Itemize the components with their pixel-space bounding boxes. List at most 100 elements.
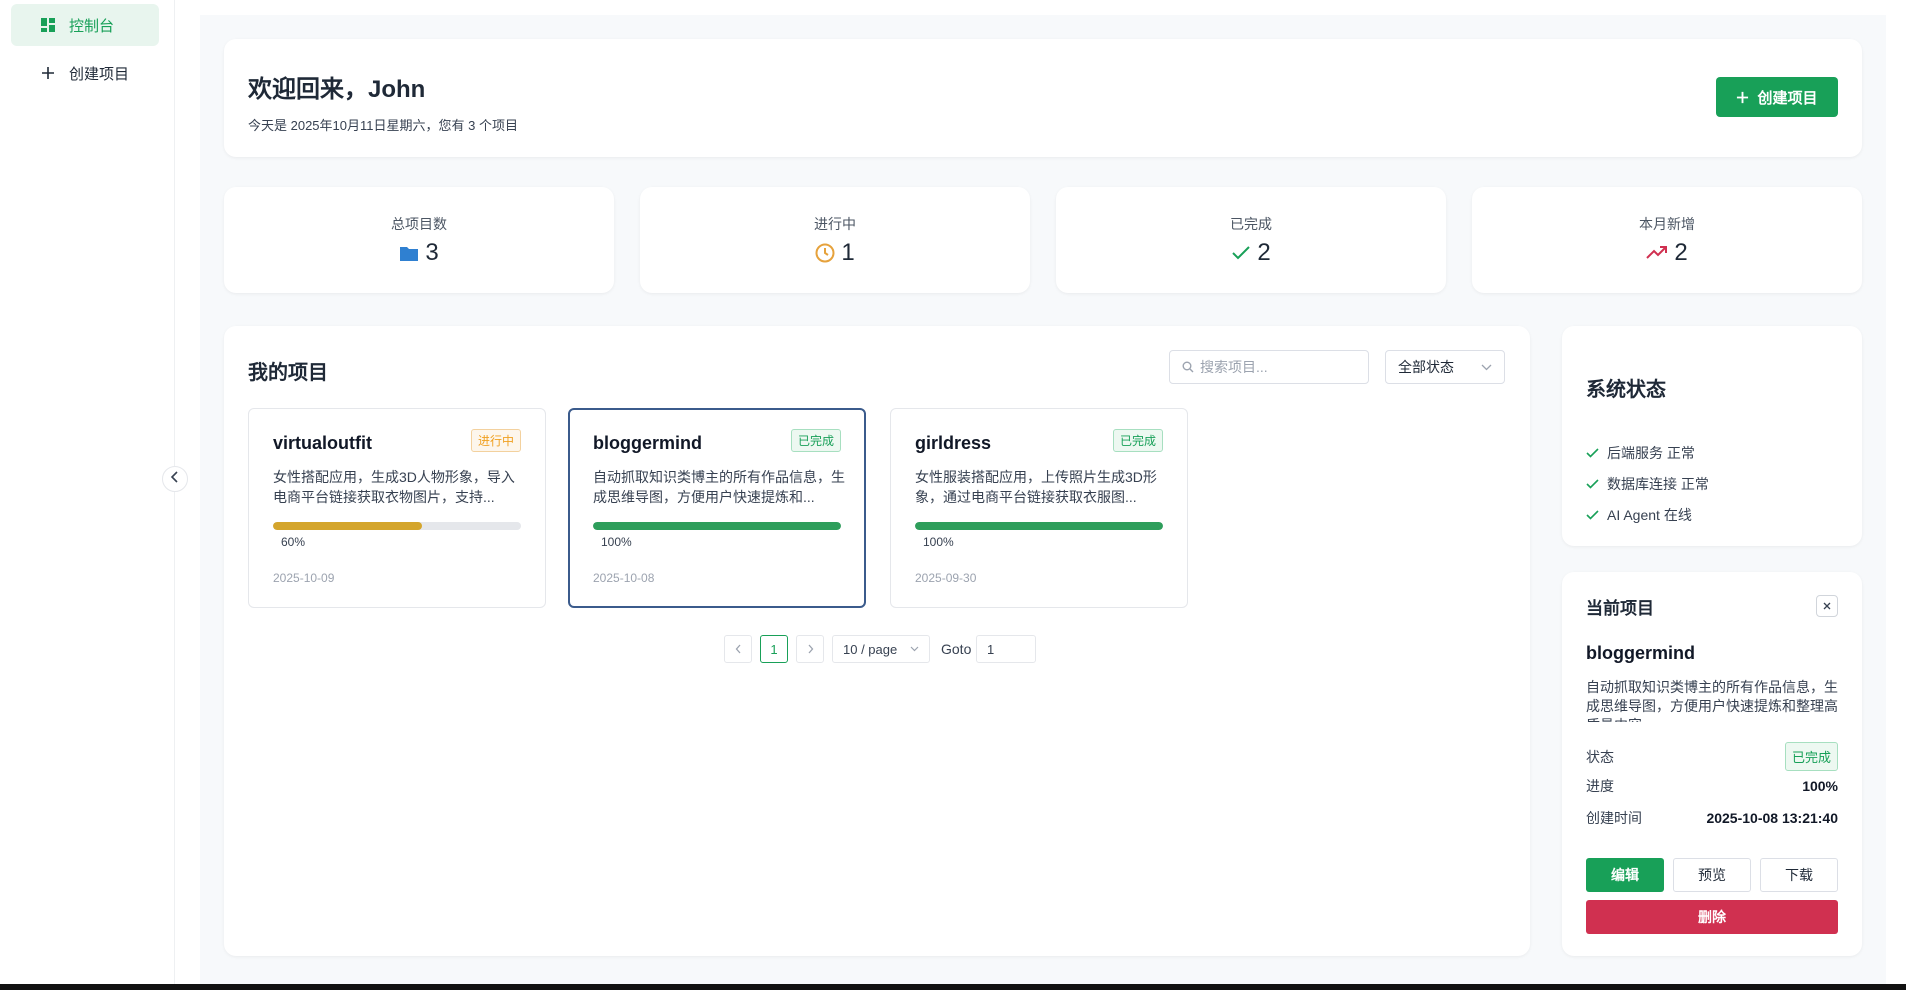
current-project-description: 自动抓取知识类博主的所有作品信息，生成思维导图，方便用户快速提炼和整理高质量内容 [1586,679,1838,722]
current-project-card: 当前项目 bloggermind 自动抓取知识类博主的所有作品信息，生成思维导图… [1562,572,1862,956]
status-item-database: 数据库连接 正常 [1586,474,1709,494]
search-placeholder: 搜索项目... [1200,359,1268,375]
progress-label: 100% [601,535,632,549]
sidebar-item-dashboard[interactable]: 控制台 [11,4,159,46]
welcome-subtitle: 今天是 2025年10月11日星期六，您有 3 个项目 [248,118,518,133]
created-label: 创建时间 [1586,810,1642,826]
pagination-prev-button[interactable] [724,635,752,663]
stat-label: 本月新增 [1639,216,1695,232]
folder-icon [399,245,419,262]
edit-button[interactable]: 编辑 [1586,858,1664,892]
trending-up-icon [1646,246,1668,260]
progress-label: 60% [281,535,306,549]
close-button[interactable] [1816,595,1838,617]
plus-icon [1736,91,1749,104]
chevron-right-icon [807,644,814,654]
preview-button[interactable]: 预览 [1673,858,1751,892]
progress-fill [915,522,1163,530]
status-item-ai-agent: AI Agent 在线 [1586,505,1692,525]
clock-icon [815,243,835,263]
create-project-label: 创建项目 [1757,89,1818,107]
project-description: 自动抓取知识类博主的所有作品信息，生成思维导图，方便用户快速提炼和... [593,469,845,505]
welcome-card: 欢迎回来，John 今天是 2025年10月11日星期六，您有 3 个项目 创建… [224,39,1862,157]
progress-fill [593,522,841,530]
goto-value: 1 [987,641,995,657]
chevron-down-icon [910,646,919,652]
status-row: 状态 已完成 [1586,742,1838,771]
sidebar-item-create-project[interactable]: 创建项目 [11,52,159,94]
progress-bar [915,522,1163,530]
system-status-title: 系统状态 [1586,379,1666,401]
status-badge: 已完成 [1112,429,1163,452]
status-item-backend: 后端服务 正常 [1586,443,1695,463]
chevron-left-icon [735,644,742,654]
projects-panel: 我的项目 搜索项目... 全部状态 virtualoutfit 进行中 女性搭配… [224,326,1530,956]
status-badge: 已完成 [790,429,841,452]
stat-in-progress: 进行中 1 [640,187,1030,293]
stat-label: 进行中 [814,216,856,232]
chevron-left-icon [170,470,180,488]
status-filter-select[interactable]: 全部状态 [1385,350,1505,384]
system-status-card: 系统状态 后端服务 正常 数据库连接 正常 AI Agent 在线 [1562,326,1862,546]
project-card-virtualoutfit[interactable]: virtualoutfit 进行中 女性搭配应用，生成3D人物形象，导入电商平台… [248,408,546,608]
sidebar-item-label: 创建项目 [69,65,130,83]
pagination-next-button[interactable] [796,635,824,663]
goto-input[interactable]: 1 [976,635,1036,663]
stat-label: 已完成 [1230,216,1272,232]
bottom-edge [0,984,1906,990]
status-item-label: 数据库连接 正常 [1607,476,1709,492]
progress-label: 进度 [1586,778,1614,794]
progress-fill [273,522,422,530]
project-name: girldress [915,433,992,453]
current-project-name: bloggermind [1586,643,1695,663]
sidebar-collapse-button[interactable] [162,466,188,492]
project-name: bloggermind [593,433,702,453]
project-card-bloggermind[interactable]: bloggermind 已完成 自动抓取知识类博主的所有作品信息，生成思维导图，… [568,408,866,608]
stat-new-this-month: 本月新增 2 [1472,187,1862,293]
plus-icon [39,64,57,82]
current-project-title: 当前项目 [1586,599,1654,618]
progress-value: 100% [1802,778,1838,794]
created-value: 2025-10-08 13:21:40 [1706,810,1838,826]
check-icon [1586,479,1599,489]
stat-value: 3 [425,239,439,266]
stat-value: 1 [841,239,855,266]
project-date: 2025-10-09 [273,571,335,585]
download-button[interactable]: 下载 [1760,858,1838,892]
create-project-button[interactable]: 创建项目 [1716,77,1838,117]
page-size-value: 10 / page [843,641,898,657]
pagination-page-1[interactable]: 1 [760,635,788,663]
created-row: 创建时间 2025-10-08 13:21:40 [1586,808,1838,828]
sidebar-item-label: 控制台 [69,17,115,35]
project-date: 2025-10-08 [593,571,655,585]
close-icon [1823,602,1831,610]
check-icon [1231,245,1251,261]
stat-total-projects: 总项目数 3 [224,187,614,293]
stat-value: 2 [1257,239,1271,266]
main-content: 欢迎回来，John 今天是 2025年10月11日星期六，您有 3 个项目 创建… [200,15,1886,990]
project-description: 女性搭配应用，生成3D人物形象，导入电商平台链接获取衣物图片，支持... [273,469,515,505]
check-icon [1586,510,1599,520]
search-input[interactable]: 搜索项目... [1169,350,1369,384]
status-label: 状态 [1586,748,1614,765]
project-date: 2025-09-30 [915,571,977,585]
status-filter-value: 全部状态 [1398,359,1454,375]
status-item-label: AI Agent 在线 [1607,507,1692,523]
goto-label: Goto [941,641,972,657]
status-badge: 进行中 [470,429,521,452]
stat-label: 总项目数 [391,216,447,232]
page-number: 1 [770,641,778,657]
dashboard-icon [39,16,57,34]
page-size-select[interactable]: 10 / page [832,635,930,663]
stat-value: 2 [1674,239,1688,266]
status-item-label: 后端服务 正常 [1607,445,1695,461]
project-description: 女性服装搭配应用，上传照片生成3D形象，通过电商平台链接获取衣服图... [915,469,1157,505]
search-icon [1182,361,1194,373]
project-card-girldress[interactable]: girldress 已完成 女性服装搭配应用，上传照片生成3D形象，通过电商平台… [890,408,1188,608]
progress-bar [593,522,841,530]
chevron-down-icon [1481,364,1492,371]
check-icon [1586,448,1599,458]
progress-bar [273,522,521,530]
projects-title: 我的项目 [248,362,328,384]
delete-button[interactable]: 删除 [1586,900,1838,934]
